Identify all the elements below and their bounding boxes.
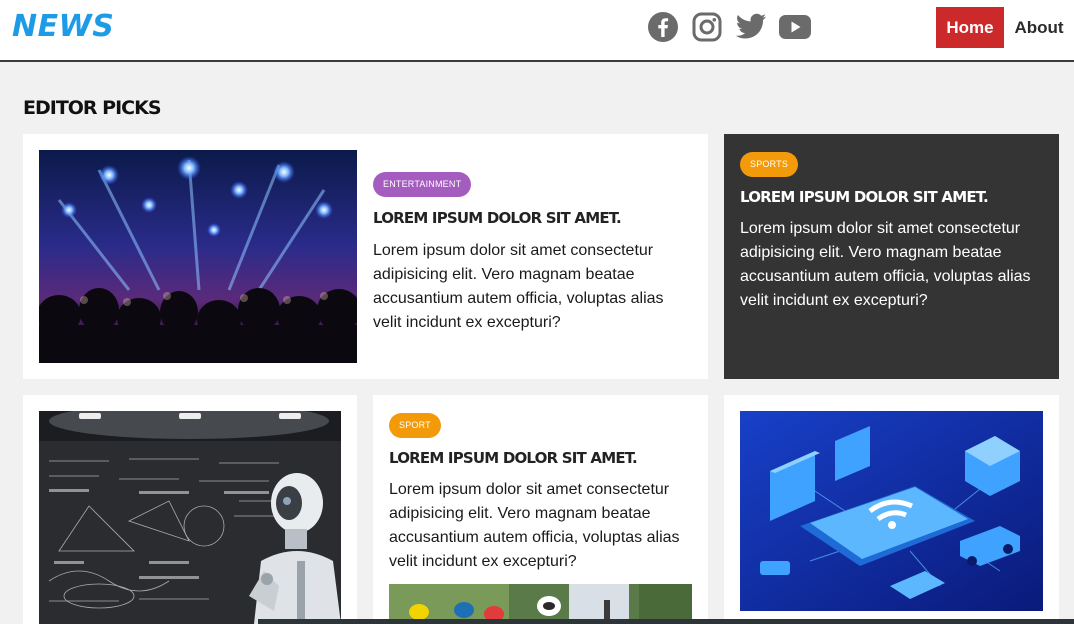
- cycling-image: [389, 584, 692, 624]
- category-badge[interactable]: ENTERTAINMENT: [373, 172, 472, 197]
- twitter-icon[interactable]: [734, 10, 768, 44]
- facebook-icon[interactable]: [646, 10, 680, 44]
- article-headline[interactable]: LOREM IPSUM DOLOR SIT AMET.: [389, 448, 694, 468]
- article-headline[interactable]: LOREM IPSUM DOLOR SIT AMET.: [740, 187, 1045, 207]
- main-nav: Home About: [936, 7, 1074, 48]
- category-badge[interactable]: SPORT: [389, 413, 441, 438]
- nav-about-link[interactable]: About: [1004, 7, 1074, 48]
- instagram-icon[interactable]: [690, 10, 724, 44]
- article-card-sports[interactable]: SPORTS LOREM IPSUM DOLOR SIT AMET. Lorem…: [724, 134, 1059, 379]
- article-excerpt: Lorem ipsum dolor sit amet consectetur a…: [373, 242, 664, 331]
- concert-image: [39, 150, 357, 363]
- article-excerpt: Lorem ipsum dolor sit amet consectetur a…: [389, 481, 680, 570]
- category-badge[interactable]: SPORTS: [740, 152, 799, 177]
- robot-chalkboard-image: [39, 411, 341, 624]
- article-card-ai[interactable]: [23, 395, 357, 624]
- article-headline[interactable]: LOREM IPSUM DOLOR SIT AMET.: [373, 208, 693, 228]
- article-card-smart-home[interactable]: [724, 395, 1059, 624]
- site-logo[interactable]: NEWS: [12, 9, 114, 44]
- social-links: [646, 10, 812, 44]
- youtube-icon[interactable]: [778, 10, 812, 44]
- section-title: EDITOR PICKS: [23, 97, 162, 119]
- site-header: NEWS Home About: [0, 0, 1074, 62]
- article-card-entertainment[interactable]: ENTERTAINMENT LOREM IPSUM DOLOR SIT AMET…: [23, 134, 708, 379]
- page-bottom-strip: [258, 619, 1074, 624]
- article-excerpt: Lorem ipsum dolor sit amet consectetur a…: [740, 220, 1031, 309]
- nav-home-link[interactable]: Home: [936, 7, 1004, 48]
- article-card-sport[interactable]: SPORT LOREM IPSUM DOLOR SIT AMET. Lorem …: [373, 395, 708, 624]
- smart-home-image: [740, 411, 1043, 611]
